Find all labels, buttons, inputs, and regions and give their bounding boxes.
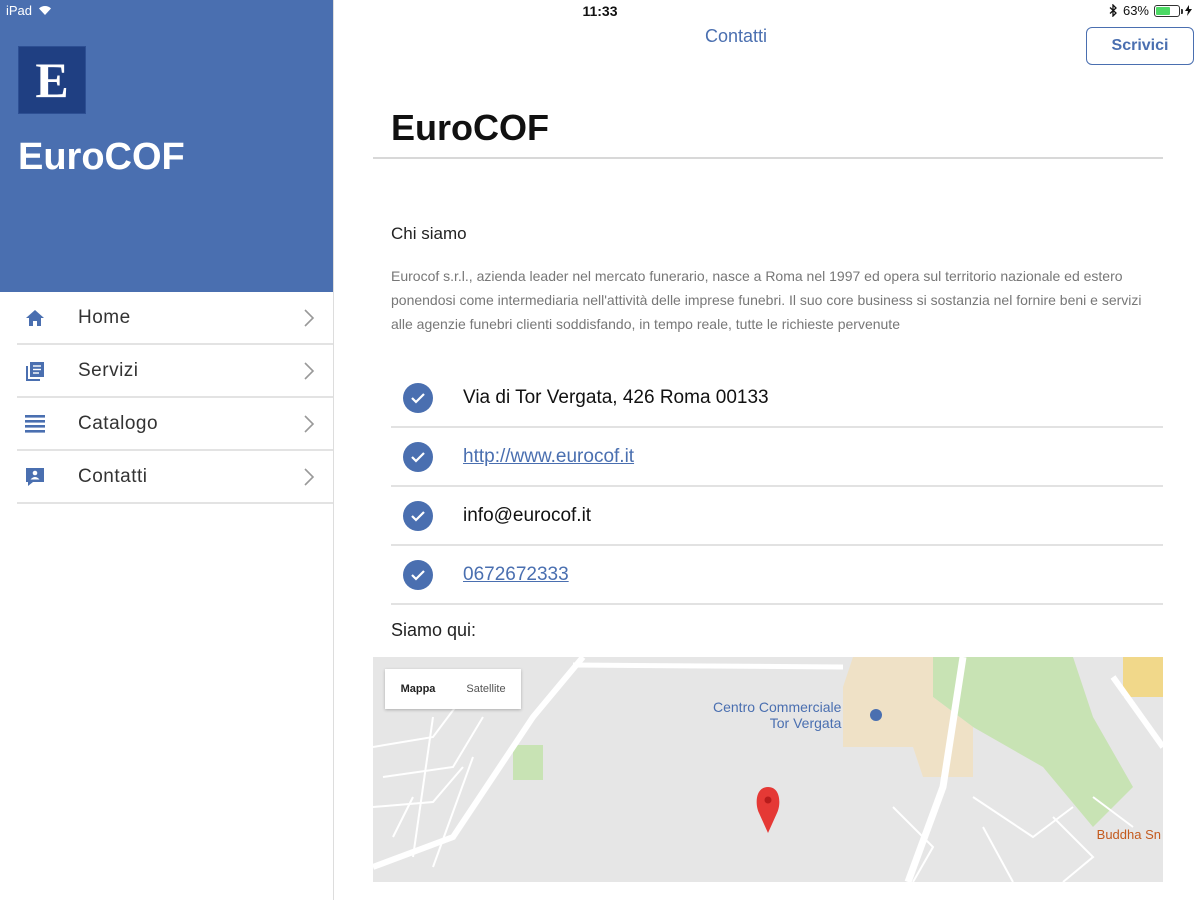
page-title: EuroCOF bbox=[391, 107, 549, 148]
battery-percent: 63% bbox=[1122, 3, 1149, 18]
map-road bbox=[572, 662, 844, 670]
sidebar-item-label: Catalogo bbox=[78, 412, 159, 434]
device-label: iPad bbox=[6, 3, 33, 18]
sidebar-header: E EuroCOF bbox=[0, 0, 333, 292]
check-icon bbox=[403, 441, 433, 472]
logo-letter: E bbox=[35, 52, 69, 108]
status-right: 63% bbox=[1109, 3, 1192, 18]
nav-title-text: Contatti bbox=[704, 26, 768, 46]
home-icon bbox=[22, 305, 48, 331]
map-poi-label: Buddha Sn bbox=[1096, 827, 1161, 842]
sidebar-item-label: Home bbox=[78, 306, 131, 328]
map-type-switch: Mappa Satellite bbox=[385, 669, 521, 709]
wifi-icon bbox=[39, 6, 52, 15]
battery-icon bbox=[1154, 4, 1183, 17]
sidebar-item-servizi[interactable]: Servizi bbox=[17, 345, 333, 398]
map-place-line2: Tor Vergata bbox=[769, 715, 842, 731]
book-icon bbox=[22, 358, 48, 384]
email-text: info@eurocof.it bbox=[463, 504, 592, 526]
check-icon bbox=[403, 500, 433, 531]
place-marker bbox=[870, 709, 882, 721]
status-time: 11:33 bbox=[582, 3, 618, 19]
brand-name: EuroCOF bbox=[18, 136, 185, 178]
status-left: iPad bbox=[6, 3, 52, 18]
location-map[interactable]: Mappa Satellite Centro Commerciale Tor V… bbox=[373, 657, 1163, 882]
map-pin-dot bbox=[764, 796, 772, 804]
sidebar-item-home[interactable]: Home bbox=[17, 292, 333, 345]
contact-icon bbox=[22, 464, 48, 490]
chevron-right-icon bbox=[304, 415, 315, 433]
building-area bbox=[1123, 657, 1163, 697]
phone-row: 0672672333 bbox=[391, 546, 1163, 605]
address-text: Via di Tor Vergata, 426 Roma 00133 bbox=[463, 386, 769, 408]
about-description: Eurocof s.r.l., azienda leader nel merca… bbox=[391, 268, 1142, 332]
chevron-right-icon bbox=[304, 309, 315, 327]
list-icon bbox=[22, 411, 48, 437]
sidebar-item-label: Servizi bbox=[78, 359, 139, 381]
sidebar-item-contatti[interactable]: Contatti bbox=[17, 451, 333, 504]
chevron-right-icon bbox=[304, 468, 315, 486]
battery-fill bbox=[1156, 6, 1170, 15]
section-heading: Chi siamo bbox=[391, 224, 467, 243]
check-icon bbox=[403, 559, 433, 590]
bluetooth-icon bbox=[1109, 4, 1117, 17]
map-label: Siamo qui: bbox=[391, 620, 477, 640]
write-us-button[interactable]: Scrivici bbox=[1086, 27, 1194, 65]
website-row: http://www.eurocof.it bbox=[391, 428, 1163, 487]
phone-link[interactable]: 0672672333 bbox=[463, 564, 569, 586]
app-logo: E bbox=[18, 46, 86, 114]
website-link[interactable]: http://www.eurocof.it bbox=[463, 446, 634, 468]
chevron-right-icon bbox=[304, 362, 315, 380]
map-place-line1: Centro Commerciale bbox=[713, 699, 842, 715]
map-tab-map[interactable]: Mappa bbox=[385, 683, 451, 695]
address-row: Via di Tor Vergata, 426 Roma 00133 bbox=[391, 369, 1163, 428]
page-nav-title: Contatti bbox=[336, 26, 1200, 47]
email-row: info@eurocof.it bbox=[391, 487, 1163, 546]
park-area bbox=[513, 745, 543, 780]
check-icon bbox=[403, 382, 433, 413]
title-divider bbox=[373, 157, 1163, 159]
map-place-label: Centro Commerciale Tor Vergata bbox=[713, 699, 841, 731]
sidebar-item-catalogo[interactable]: Catalogo bbox=[17, 398, 333, 451]
map-tab-satellite[interactable]: Satellite bbox=[451, 683, 521, 695]
charging-icon bbox=[1185, 5, 1192, 16]
sidebar: E EuroCOF Home Servizi Catalogo Contatti bbox=[0, 0, 334, 900]
sidebar-item-label: Contatti bbox=[78, 465, 148, 487]
